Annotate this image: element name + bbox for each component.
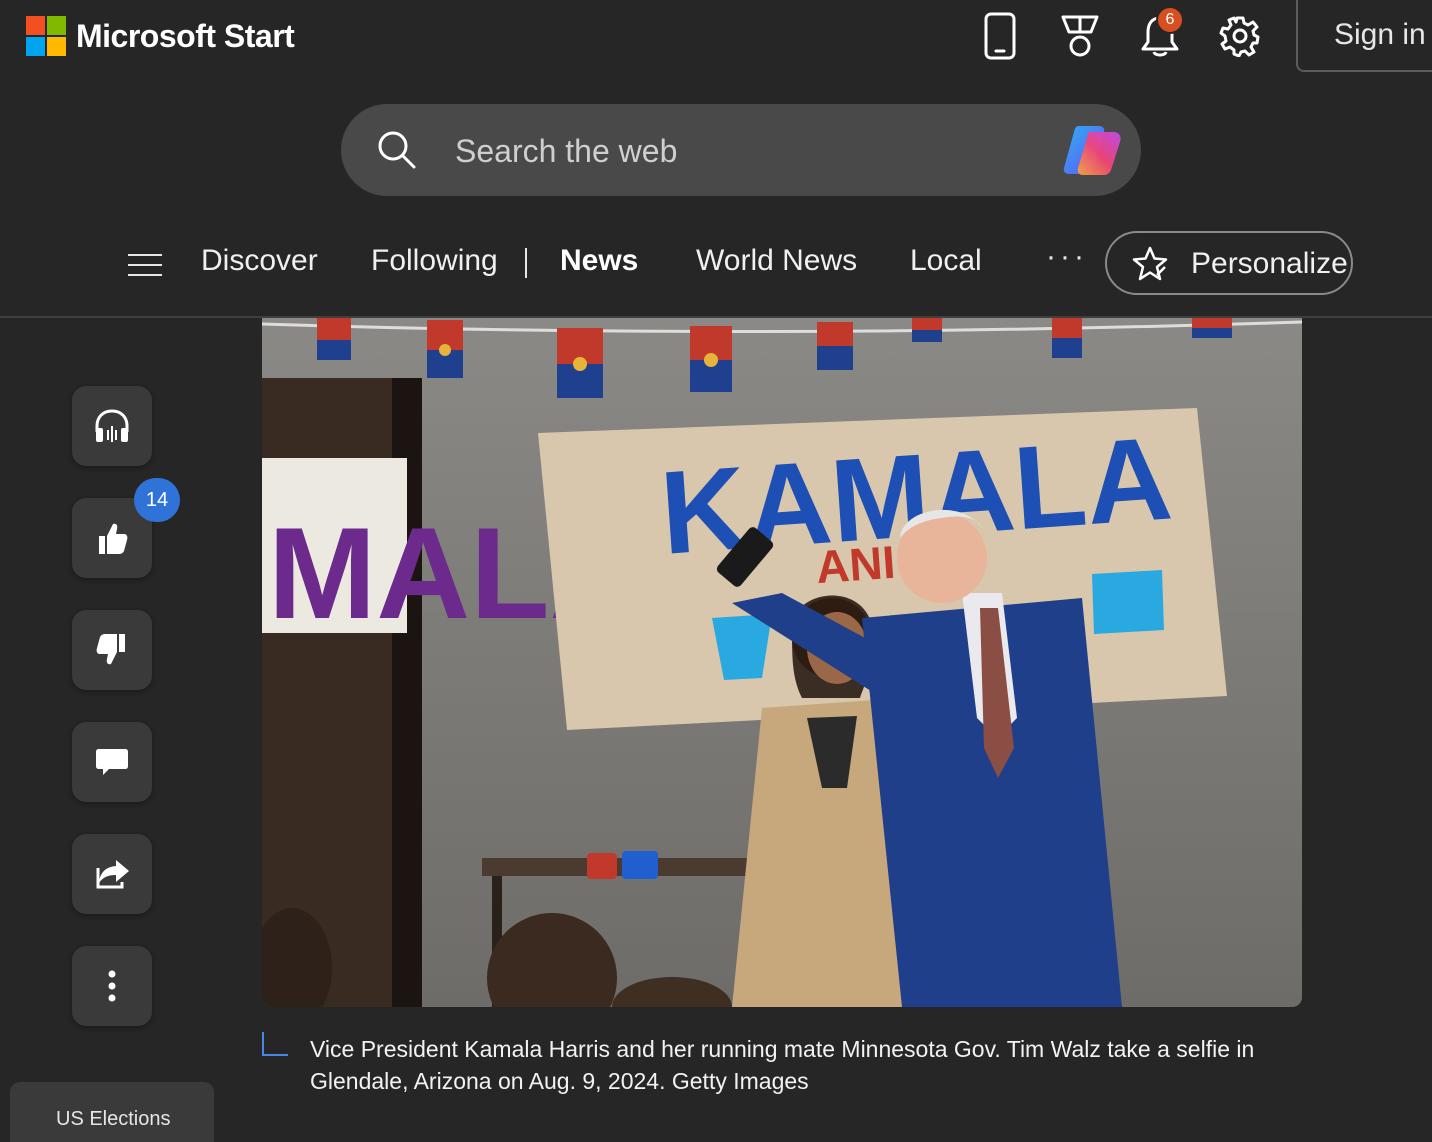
nav-separator (525, 248, 527, 278)
search-icon[interactable] (377, 130, 417, 175)
article-image: MALA KAMALA ANI (262, 318, 1302, 1007)
sign-in-label: Sign in (1334, 18, 1426, 51)
photo-caption: Vice President Kamala Harris and her run… (310, 1036, 1255, 1094)
brand-name: Microsoft Start (76, 17, 295, 54)
personalize-label: Personalize (1191, 247, 1348, 280)
copilot-icon[interactable] (1061, 122, 1125, 183)
like-count-badge: 14 (134, 478, 180, 522)
personalize-button[interactable]: Personalize (1105, 231, 1353, 295)
banner-secondary-text: ANI (814, 536, 897, 593)
article-photo: MALA KAMALA ANI (262, 318, 1302, 1007)
share-button[interactable] (72, 834, 152, 914)
share-icon (96, 860, 129, 889)
nav-item-discover[interactable]: Discover (201, 244, 318, 278)
top-navigation: Discover Following News World News Local… (0, 222, 1432, 302)
us-elections-card[interactable]: US Elections (10, 1082, 214, 1142)
nav-item-world-news[interactable]: World News (696, 244, 857, 278)
more-options-button[interactable] (72, 946, 152, 1026)
bell-icon[interactable]: 6 (1134, 6, 1186, 62)
personalize-star-icon (1131, 245, 1169, 288)
nav-item-news[interactable]: News (560, 244, 638, 278)
hamburger-menu-icon[interactable] (128, 254, 162, 278)
microsoft-logo-icon (26, 16, 66, 56)
comment-icon (96, 749, 128, 775)
more-nav-button[interactable]: ··· (1046, 240, 1088, 274)
caption-marker (262, 1032, 288, 1056)
rewards-icon[interactable] (1054, 10, 1106, 62)
notification-badge: 6 (1156, 6, 1184, 34)
phone-icon[interactable] (974, 10, 1026, 62)
sign-in-button[interactable]: Sign in (1296, 0, 1432, 72)
thumbs-down-icon (96, 634, 125, 665)
nav-item-local[interactable]: Local (910, 244, 982, 278)
headphones-icon (95, 409, 129, 442)
nav-item-following[interactable]: Following (371, 244, 498, 278)
search-bar[interactable] (341, 104, 1141, 196)
search-input[interactable] (453, 124, 1017, 178)
settings-icon[interactable] (1214, 10, 1266, 62)
comment-button[interactable] (72, 722, 152, 802)
listen-button[interactable] (72, 386, 152, 466)
more-vertical-icon (108, 970, 116, 1002)
dislike-button[interactable] (72, 610, 152, 690)
thumbs-up-icon (99, 523, 128, 554)
brand-logo[interactable]: Microsoft Start (26, 16, 295, 56)
